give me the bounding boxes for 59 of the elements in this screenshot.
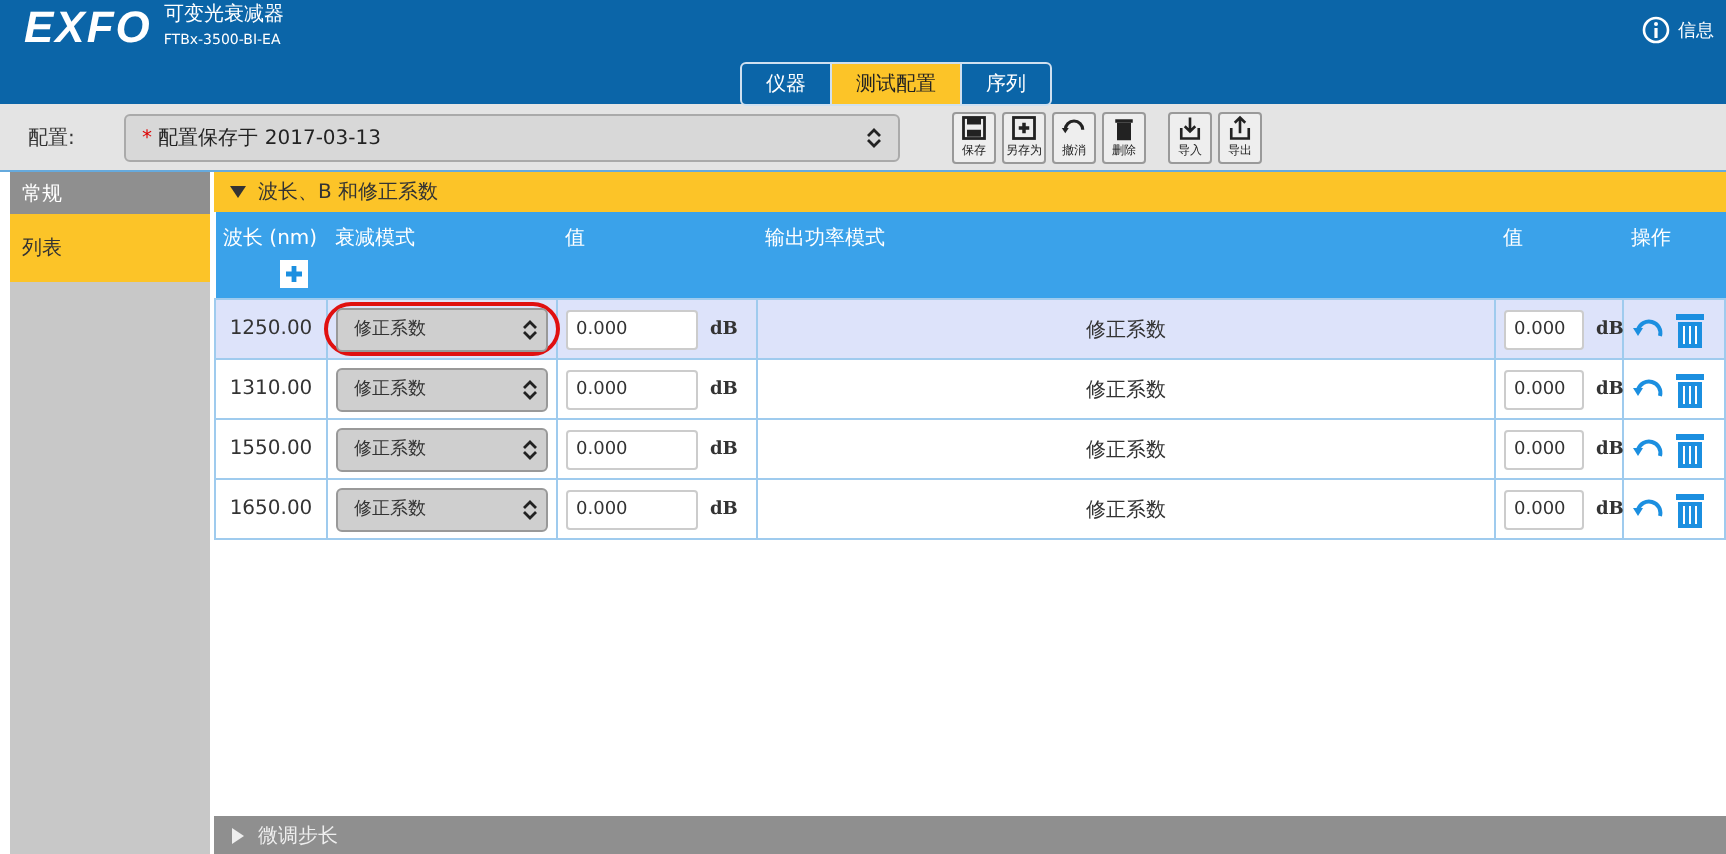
config-label: 配置: (28, 125, 77, 151)
column-header: 操作 (1631, 228, 1671, 250)
product-name: 可变光衰减器 (163, 4, 284, 28)
value-field[interactable]: 0.000 (566, 309, 698, 349)
trash-icon[interactable] (1676, 371, 1704, 407)
upload-icon (1226, 114, 1254, 142)
config-select[interactable]: * 配置保存于 2017-03-13 (124, 113, 900, 161)
spinner-icon (866, 125, 882, 149)
spinner-icon (522, 377, 538, 401)
unit-label: dB (710, 499, 738, 519)
spinner-icon (522, 317, 538, 341)
table-cell: 修正系数 (757, 419, 1495, 479)
unit-label: dB (1596, 499, 1624, 519)
tab[interactable]: 仪器 (742, 64, 830, 104)
table-cell: 1310.00 (215, 359, 327, 419)
info-icon[interactable] (1642, 16, 1670, 44)
mode-select[interactable]: 修正系数 (336, 487, 548, 531)
unit-label: dB (1596, 379, 1624, 399)
unit-label: dB (1596, 319, 1624, 339)
trash-icon[interactable] (1676, 311, 1704, 347)
unit-label: dB (1596, 439, 1624, 459)
value-field[interactable]: 0.000 (1504, 369, 1584, 409)
column-header: 值 (565, 228, 585, 250)
value-field[interactable]: 0.000 (1504, 429, 1584, 469)
column-header: 衰减模式 (335, 228, 415, 250)
sidebar-item[interactable]: 列表 (10, 214, 210, 282)
info-label[interactable]: 信息 (1678, 17, 1714, 43)
download-icon (1176, 114, 1204, 142)
table-cell: 修正系数 (757, 359, 1495, 419)
trash-icon (1110, 114, 1138, 142)
unit-label: dB (710, 319, 738, 339)
mode-select[interactable]: 修正系数 (336, 307, 548, 351)
table-cell: 1650.00 (215, 479, 327, 539)
table-cell: 修正系数 (757, 479, 1495, 539)
value-field[interactable]: 0.000 (566, 429, 698, 469)
value-field[interactable]: 0.000 (566, 489, 698, 529)
trash-icon[interactable] (1676, 491, 1704, 527)
logo: EXFO (24, 4, 152, 52)
value-field[interactable]: 0.000 (566, 369, 698, 409)
value-field[interactable]: 0.000 (1504, 309, 1584, 349)
spinner-icon (522, 497, 538, 521)
table-cell: 修正系数 (757, 299, 1495, 359)
column-header: 输出功率模式 (765, 228, 885, 250)
tab[interactable]: 测试配置 (830, 64, 960, 104)
value-field[interactable]: 0.000 (1504, 489, 1584, 529)
section-title[interactable]: 波长、B 和修正系数 (258, 178, 439, 206)
mode-select[interactable]: 修正系数 (336, 427, 548, 471)
table-cell: 1550.00 (215, 419, 327, 479)
plus-square-icon (1010, 114, 1038, 142)
column-header: 值 (1503, 228, 1523, 250)
trash-icon[interactable] (1676, 431, 1704, 467)
tab[interactable]: 序列 (960, 64, 1050, 104)
table-cell: 1250.00 (215, 299, 327, 359)
unit-label: dB (710, 439, 738, 459)
unit-label: dB (710, 379, 738, 399)
mode-select[interactable]: 修正系数 (336, 367, 548, 411)
column-header: 波长 (nm) (223, 228, 318, 250)
add-icon[interactable] (279, 260, 307, 288)
spinner-icon (522, 437, 538, 461)
